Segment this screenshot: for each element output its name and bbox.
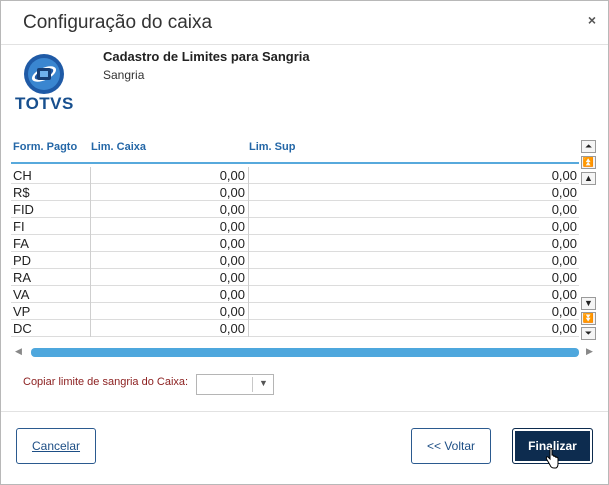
cancel-button[interactable]: Cancelar (16, 428, 96, 464)
cell-lim-caixa[interactable]: 0,00 (90, 235, 248, 252)
cell-form-pagto: RA (13, 270, 32, 285)
table-row[interactable]: VP 0,00 0,00 (11, 303, 579, 320)
close-icon[interactable]: × (588, 12, 596, 28)
table-row[interactable]: FA 0,00 0,00 (11, 235, 579, 252)
cell-lim-caixa[interactable]: 0,00 (90, 218, 248, 235)
table-row[interactable]: RA 0,00 0,00 (11, 269, 579, 286)
table-row[interactable]: PD 0,00 0,00 (11, 252, 579, 269)
logo-text: TOTVS (15, 94, 74, 113)
cell-form-pagto: FID (13, 202, 34, 217)
horizontal-scrollbar[interactable]: ◀ ▶ (11, 344, 597, 360)
table-row[interactable]: VA 0,00 0,00 (11, 286, 579, 303)
scroll-down-icon[interactable]: ▼ (581, 297, 596, 310)
cell-lim-sup[interactable]: 0,00 (248, 218, 579, 235)
dialog-title: Configuração do caixa (23, 12, 213, 33)
totvs-logo-icon (24, 54, 64, 94)
cell-form-pagto: R$ (13, 185, 30, 200)
table-row[interactable]: R$ 0,00 0,00 (11, 184, 579, 201)
cell-lim-caixa[interactable]: 0,00 (90, 320, 248, 337)
cell-lim-sup[interactable]: 0,00 (248, 303, 579, 320)
scroll-page-up-icon[interactable]: ⏫ (581, 156, 596, 169)
table-row[interactable]: FID 0,00 0,00 (11, 201, 579, 218)
cell-lim-sup[interactable]: 0,00 (248, 201, 579, 218)
cell-form-pagto: PD (13, 253, 32, 268)
scroll-first-icon[interactable]: ⏶ (581, 140, 596, 153)
dialog-titlebar: Configuração do caixa × (1, 1, 608, 45)
column-header-lim-caixa[interactable]: Lim. Caixa (91, 141, 146, 153)
cell-lim-sup[interactable]: 0,00 (248, 184, 579, 201)
cell-lim-sup[interactable]: 0,00 (248, 252, 579, 269)
hand-cursor-icon (545, 448, 559, 469)
grid-body: CH 0,00 0,00 R$ 0,00 0,00 FID 0,00 0,00 … (11, 167, 579, 337)
vertical-scrollbar[interactable]: ⏶ ⏫ ▲ ▼ ⏬ ⏷ (581, 138, 597, 343)
cell-form-pagto: VA (13, 287, 30, 302)
cell-lim-sup[interactable]: 0,00 (248, 269, 579, 286)
cell-lim-sup[interactable]: 0,00 (248, 235, 579, 252)
scroll-right-icon[interactable]: ▶ (586, 346, 593, 357)
form-subtitle: Sangria (103, 68, 145, 82)
cell-form-pagto: VP (13, 304, 31, 319)
cell-form-pagto: CH (13, 168, 32, 183)
table-row[interactable]: DC 0,00 0,00 (11, 320, 579, 337)
chevron-down-icon[interactable]: ▼ (259, 378, 268, 388)
back-button-label: << Voltar (426, 439, 476, 453)
select-divider (252, 377, 253, 392)
cell-lim-caixa[interactable]: 0,00 (90, 201, 248, 218)
cell-lim-caixa[interactable]: 0,00 (90, 303, 248, 320)
back-button[interactable]: << Voltar (411, 428, 491, 464)
copy-limit-select[interactable]: ▼ (196, 374, 274, 395)
limits-grid: Form. Pagto Lim. Caixa Lim. Sup CH 0,00 … (11, 137, 597, 361)
cancel-button-label: Cancelar (31, 439, 81, 453)
cell-lim-caixa[interactable]: 0,00 (90, 286, 248, 303)
cell-lim-caixa[interactable]: 0,00 (90, 269, 248, 286)
scroll-last-icon[interactable]: ⏷ (581, 327, 596, 340)
scroll-page-down-icon[interactable]: ⏬ (581, 312, 596, 325)
cell-lim-caixa[interactable]: 0,00 (90, 184, 248, 201)
cell-lim-sup[interactable]: 0,00 (248, 286, 579, 303)
cell-lim-sup[interactable]: 0,00 (248, 320, 579, 337)
dialog-footer: Cancelar << Voltar Finalizar (1, 411, 608, 485)
column-header-form-pagto[interactable]: Form. Pagto (13, 141, 77, 153)
config-dialog: Configuração do caixa × TOTVS Cadastro d… (0, 0, 609, 485)
scroll-up-icon[interactable]: ▲ (581, 172, 596, 185)
table-row[interactable]: CH 0,00 0,00 (11, 167, 579, 184)
cell-form-pagto: DC (13, 321, 32, 336)
cell-lim-caixa[interactable]: 0,00 (90, 167, 248, 184)
column-header-lim-sup[interactable]: Lim. Sup (249, 141, 295, 153)
totvs-logo: TOTVS (15, 53, 73, 113)
cell-lim-sup[interactable]: 0,00 (248, 167, 579, 184)
cell-form-pagto: FA (13, 236, 29, 251)
scroll-left-icon[interactable]: ◀ (15, 346, 22, 357)
table-row[interactable]: FI 0,00 0,00 (11, 218, 579, 235)
scroll-thumb[interactable] (31, 348, 579, 357)
cell-form-pagto: FI (13, 219, 25, 234)
cell-lim-caixa[interactable]: 0,00 (90, 252, 248, 269)
grid-header: Form. Pagto Lim. Caixa Lim. Sup (11, 137, 579, 164)
copy-limit-label: Copiar limite de sangria do Caixa: (23, 376, 189, 388)
form-title: Cadastro de Limites para Sangria (103, 49, 310, 64)
